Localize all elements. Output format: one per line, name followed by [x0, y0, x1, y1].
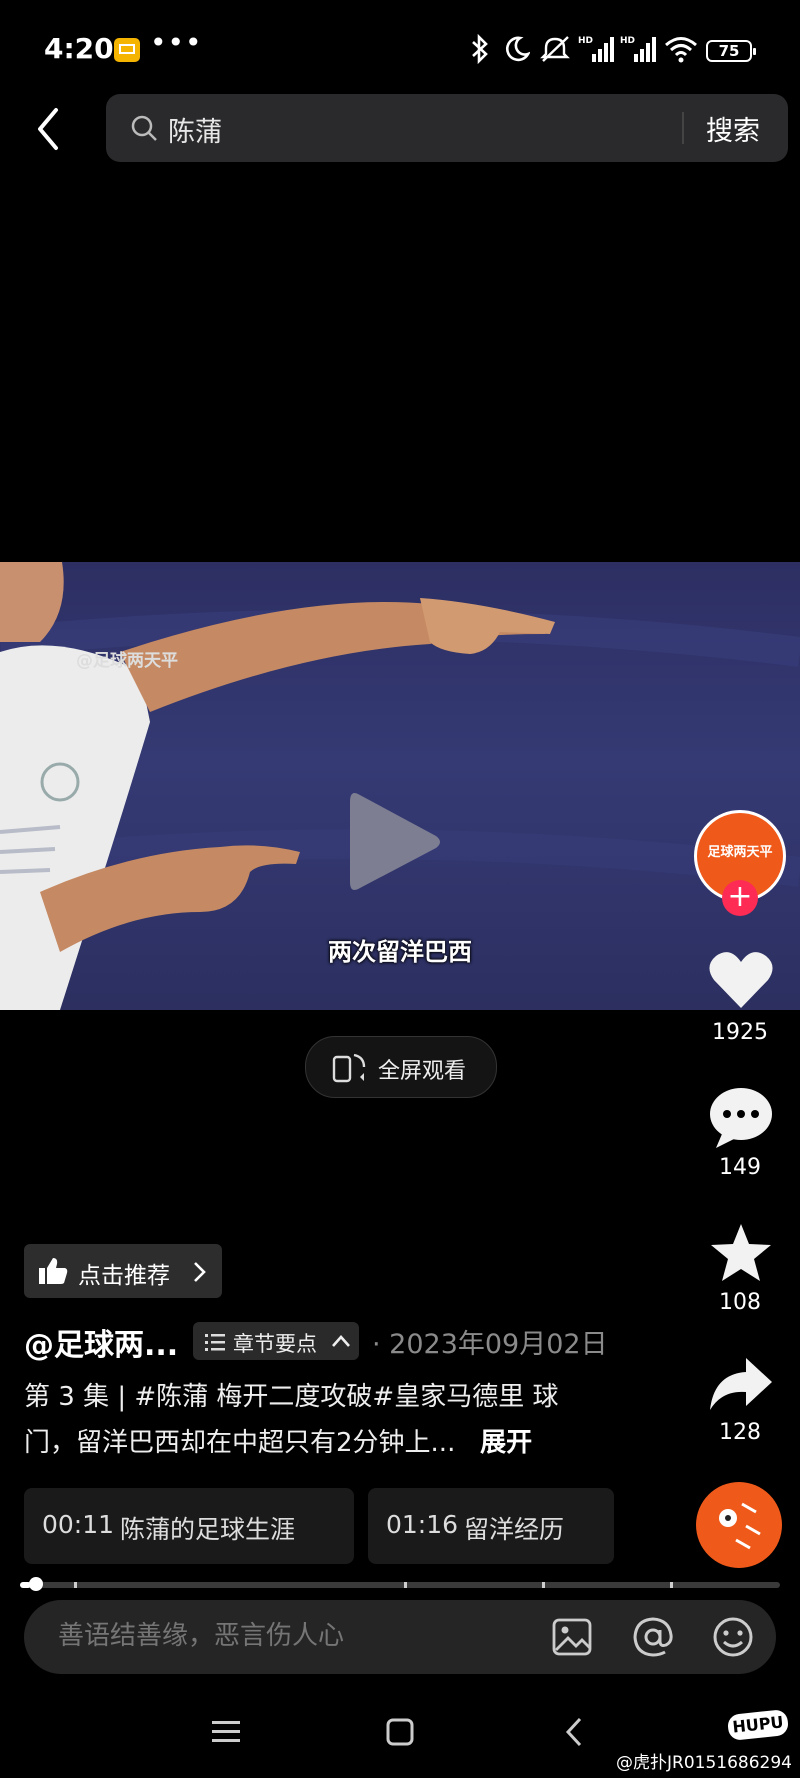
- comment-count: 149: [719, 1155, 761, 1180]
- nav-back-icon[interactable]: [564, 1716, 584, 1748]
- search-bar[interactable]: 陈蒲 搜索: [106, 94, 788, 162]
- chapter-highlights-label: 章节要点: [233, 1332, 317, 1356]
- chapter-marker: [542, 1582, 545, 1588]
- back-button[interactable]: [30, 104, 74, 154]
- status-bar: 4:20 ••• HD HD 75: [0, 0, 800, 90]
- moon-icon: [505, 36, 530, 62]
- caption-line-2: 门，留洋巴西却在中超只有2分钟上... 展开: [24, 1422, 532, 1459]
- chapter-marker: [404, 1582, 407, 1588]
- mention-at-icon[interactable]: [632, 1616, 674, 1658]
- avatar-text: 足球两天平: [707, 845, 773, 860]
- fullscreen-label: 全屏观看: [378, 1059, 467, 1084]
- chapter-time: 01:16: [386, 1510, 459, 1539]
- play-icon[interactable]: [340, 782, 450, 902]
- signal-hd-icon: HD: [578, 36, 614, 62]
- chapter-card[interactable]: 01:16 留洋经历: [368, 1488, 614, 1564]
- caption-text: 门，留洋巴西却在中超只有2分钟上...: [24, 1428, 456, 1458]
- bluetooth-icon: [472, 34, 488, 64]
- chapter-card[interactable]: 00:11 陈蒲的足球生涯: [24, 1488, 354, 1564]
- svg-text:HD: HD: [578, 36, 593, 46]
- mail-notification-icon: [114, 38, 140, 62]
- recommend-button[interactable]: 点击推荐: [24, 1244, 222, 1298]
- comment-icon[interactable]: [708, 1086, 774, 1148]
- favorite-count: 108: [719, 1290, 761, 1315]
- comment-input[interactable]: [56, 1620, 540, 1652]
- share-count: 128: [719, 1420, 761, 1445]
- fullscreen-button[interactable]: 全屏观看: [305, 1036, 497, 1098]
- comment-bar: [24, 1600, 776, 1674]
- search-button[interactable]: 搜索: [706, 109, 760, 148]
- source-credit: @虎扑JR0151686294: [616, 1753, 792, 1773]
- status-time: 4:20: [44, 32, 114, 65]
- mute-icon: [540, 36, 570, 62]
- wifi-icon: [665, 37, 697, 63]
- chevron-right-icon: [194, 1262, 206, 1282]
- chapter-title: 留洋经历: [464, 1515, 565, 1544]
- chapter-marker: [74, 1582, 77, 1588]
- soccer-ball-icon: [719, 1502, 761, 1550]
- favorite-star-icon[interactable]: [708, 1222, 774, 1284]
- chapter-marker: [670, 1582, 673, 1588]
- emoji-icon[interactable]: [712, 1616, 754, 1658]
- music-disc-avatar[interactable]: [696, 1482, 782, 1568]
- chapter-time: 00:11: [42, 1510, 115, 1539]
- like-count: 1925: [712, 1020, 768, 1045]
- list-icon: [205, 1334, 225, 1351]
- menu-icon[interactable]: [212, 1718, 240, 1746]
- chapter-title: 陈蒲的足球生涯: [120, 1515, 296, 1544]
- signal-hd-icon: HD: [620, 36, 656, 62]
- share-arrow-icon[interactable]: [708, 1356, 774, 1412]
- recommend-label: 点击推荐: [78, 1263, 170, 1289]
- expand-link[interactable]: 展开: [480, 1428, 532, 1458]
- video-watermark: @足球两天平: [76, 651, 178, 671]
- progress-handle[interactable]: [29, 1577, 44, 1591]
- search-input[interactable]: 陈蒲: [168, 110, 222, 149]
- video-progress-bar[interactable]: [20, 1577, 780, 1591]
- post-date: · 2023年09月02日: [372, 1329, 608, 1360]
- like-heart-icon[interactable]: [708, 950, 774, 1010]
- chapter-highlights-button[interactable]: 章节要点: [193, 1322, 359, 1360]
- svg-text:HD: HD: [620, 36, 635, 46]
- search-icon: [131, 115, 157, 141]
- video-player[interactable]: @足球两天平 两次留洋巴西: [0, 562, 800, 1010]
- video-subtitle: 两次留洋巴西: [328, 938, 472, 966]
- more-notifications-icon: •••: [150, 26, 203, 59]
- follow-button[interactable]: +: [722, 880, 758, 916]
- thumbs-up-icon: [39, 1258, 68, 1284]
- rotate-screen-icon: [332, 1053, 366, 1083]
- image-icon[interactable]: [552, 1618, 592, 1656]
- author-name[interactable]: @足球两...: [24, 1320, 178, 1364]
- chevron-up-icon: [332, 1335, 350, 1347]
- caption-line-1: 第 3 集 | #陈蒲 梅开二度攻破#皇家马德里 球: [24, 1382, 559, 1412]
- search-divider: [682, 112, 684, 144]
- home-icon[interactable]: [386, 1718, 414, 1746]
- battery-indicator: 75: [706, 40, 756, 62]
